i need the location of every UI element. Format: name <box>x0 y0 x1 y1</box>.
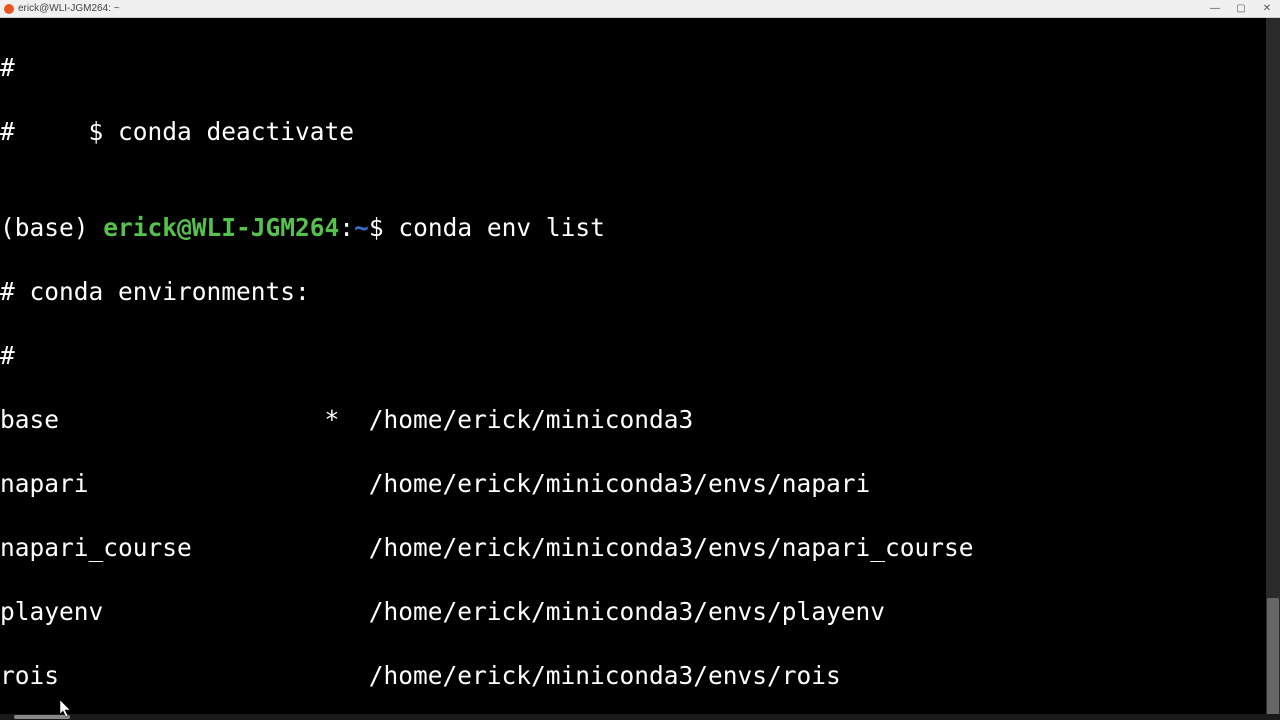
env-row: rois /home/erick/miniconda3/envs/rois <box>0 660 1280 692</box>
env-row: napari_course /home/erick/miniconda3/env… <box>0 532 1280 564</box>
env-row: playenv /home/erick/miniconda3/envs/play… <box>0 596 1280 628</box>
maximize-button[interactable]: ▢ <box>1228 0 1254 18</box>
command-text: conda env list <box>398 213 605 242</box>
terminal-viewport[interactable]: # # $ conda deactivate (base) erick@WLI-… <box>0 18 1280 720</box>
env-row: base * /home/erick/miniconda3 <box>0 404 1280 436</box>
window-title: erick@WLI-JGM264: ~ <box>18 3 120 14</box>
minimize-button[interactable]: — <box>1202 0 1228 18</box>
vertical-scrollbar[interactable] <box>1266 18 1280 720</box>
window-titlebar: erick@WLI-JGM264: ~ — ▢ ✕ <box>0 0 1280 18</box>
output-line: # <box>0 52 1280 84</box>
scrollbar-thumb[interactable] <box>14 715 70 719</box>
horizontal-scrollbar[interactable] <box>0 714 1280 720</box>
output-line: # conda environments: <box>0 276 1280 308</box>
output-line: # $ conda deactivate <box>0 116 1280 148</box>
output-line: # <box>0 340 1280 372</box>
prompt-line: (base) erick@WLI-JGM264:~$ conda env lis… <box>0 212 1280 244</box>
app-icon <box>4 4 14 14</box>
close-button[interactable]: ✕ <box>1254 0 1280 18</box>
env-row: napari /home/erick/miniconda3/envs/napar… <box>0 468 1280 500</box>
scrollbar-thumb[interactable] <box>1267 598 1279 718</box>
